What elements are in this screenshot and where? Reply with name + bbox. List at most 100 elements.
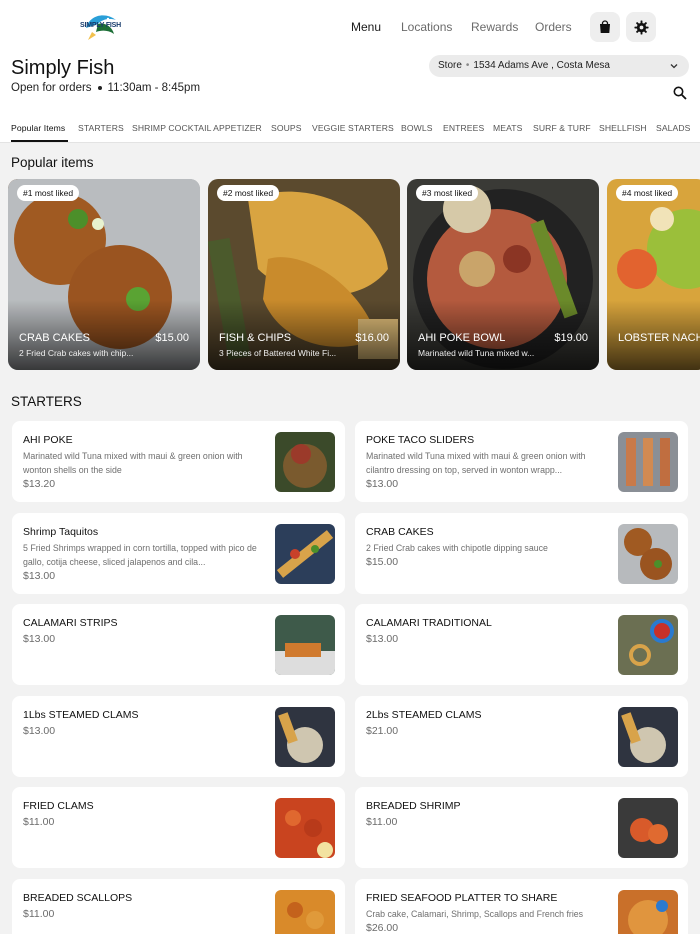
nav-rewards[interactable]: Rewards [471,20,518,34]
popular-rank-badge: #4 most liked [616,185,679,201]
category-tabs: Popular Items STARTERS SHRIMP COCKTAIL A… [0,119,700,143]
menu-item-card[interactable]: Shrimp Taquitos 5 Fried Shrimps wrapped … [12,513,345,594]
nav-orders[interactable]: Orders [535,20,572,34]
menu-item-photo [275,890,335,934]
tab-entrees[interactable]: ENTREES [443,123,484,133]
menu-item-photo [618,615,678,675]
menu-item-price: $13.20 [23,478,56,490]
menu-item-price: $13.00 [23,725,56,737]
nav-menu[interactable]: Menu [351,20,381,34]
menu-item-photo [618,798,678,858]
menu-item-name: AHI POKE [23,434,73,446]
starters-heading: STARTERS [11,394,82,409]
popular-card[interactable]: #1 most liked CRAB CAKES $15.00 2 Fried … [8,179,200,370]
menu-item-card[interactable]: 1Lbs STEAMED CLAMS $13.00 [12,696,345,777]
menu-item-price: $13.00 [23,633,56,645]
menu-item-card[interactable]: FRIED SEAFOOD PLATTER TO SHARE Crab cake… [355,879,688,934]
popular-item-price: $19.00 [554,332,588,344]
search-icon[interactable] [673,86,687,100]
tab-bowls[interactable]: BOWLS [401,123,433,133]
menu-item-photo [618,432,678,492]
menu-item-name: FRIED CLAMS [23,800,94,812]
menu-item-description: 5 Fried Shrimps wrapped in corn tortilla… [23,543,257,567]
shopping-bag-icon [600,20,610,33]
menu-item-card[interactable]: FRIED CLAMS $11.00 [12,787,345,868]
menu-item-price: $11.00 [366,816,398,828]
menu-item-name: CALAMARI TRADITIONAL [366,617,492,629]
nav-locations[interactable]: Locations [401,20,452,34]
popular-rank-badge: #2 most liked [217,185,280,201]
popular-item-name: LOBSTER NACH [618,332,700,344]
popular-rank-badge: #3 most liked [416,185,479,201]
tab-veggie-starters[interactable]: VEGGIE STARTERS [312,123,394,133]
menu-item-card[interactable]: CALAMARI TRADITIONAL $13.00 [355,604,688,685]
menu-item-description: Marinated wild Tuna mixed with maui & gr… [23,451,243,475]
settings-button[interactable] [626,12,656,42]
menu-item-name: Shrimp Taquitos [23,526,99,538]
menu-item-name: FRIED SEAFOOD PLATTER TO SHARE [366,892,558,904]
tab-salads[interactable]: SALADS [656,123,691,133]
tab-meats[interactable]: MEATS [493,123,522,133]
menu-item-name: CRAB CAKES [366,526,434,538]
cart-button[interactable] [590,12,620,42]
popular-item-name: CRAB CAKES [19,332,90,344]
menu-item-card[interactable]: AHI POKE Marinated wild Tuna mixed with … [12,421,345,502]
popular-item-name: FISH & CHIPS [219,332,292,344]
menu-item-price: $21.00 [366,725,399,737]
store-title: Simply Fish [11,57,115,79]
menu-item-photo [618,524,678,584]
separator-dot [97,85,102,90]
popular-item-description: 2 Fried Crab cakes with chip... [19,348,134,358]
tab-starters[interactable]: STARTERS [78,123,124,133]
popular-item-description: Marinated wild Tuna mixed w... [418,348,535,358]
menu-item-card[interactable]: POKE TACO SLIDERS Marinated wild Tuna mi… [355,421,688,502]
store-hours: 11:30am - 8:45pm [107,82,201,94]
chevron-down-icon [670,64,678,69]
menu-item-photo [275,707,335,767]
menu-item-photo [275,432,335,492]
popular-card[interactable]: #2 most liked FISH & CHIPS $16.00 3 Piec… [208,179,400,370]
popular-card[interactable]: #4 most liked LOBSTER NACH [607,179,700,370]
menu-item-price: $13.00 [366,478,399,490]
popular-item-price: $15.00 [155,332,189,344]
menu-item-card[interactable]: BREADED SCALLOPS $11.00 [12,879,345,934]
tab-surf-and-turf[interactable]: SURF & TURF [533,123,591,133]
popular-item-name: AHI POKE BOWL [418,332,506,344]
tab-soups[interactable]: SOUPS [271,123,302,133]
simply-fish-logo[interactable]: SIMPLY FISH [76,10,124,42]
top-header: SIMPLY FISH Menu Locations Rewards Order… [0,0,700,143]
menu-item-photo [618,890,678,934]
store-status: Open for orders [11,82,92,94]
store-selector-value: 1534 Adams Ave , Costa Mesa [473,60,610,71]
menu-item-card[interactable]: BREADED SHRIMP $11.00 [355,787,688,868]
store-selector-label: Store [438,60,462,71]
menu-item-photo [275,615,335,675]
menu-item-price: $11.00 [23,908,55,920]
menu-item-name: 2Lbs STEAMED CLAMS [366,709,482,721]
popular-item-price: $16.00 [355,332,389,344]
menu-item-name: BREADED SCALLOPS [23,892,133,904]
tab-shellfish[interactable]: SHELLFISH [599,123,647,133]
popular-card[interactable]: #3 most liked AHI POKE BOWL $19.00 Marin… [407,179,599,370]
gear-icon [633,19,649,35]
tab-shrimp-cocktail-appetizer[interactable]: SHRIMP COCKTAIL APPETIZER [132,123,262,133]
tab-popular-items[interactable]: Popular Items [11,123,65,133]
menu-item-card[interactable]: 2Lbs STEAMED CLAMS $21.00 [355,696,688,777]
menu-item-photo [275,798,335,858]
store-selector[interactable]: Store • 1534 Adams Ave , Costa Mesa [429,55,689,77]
menu-item-description: Crab cake, Calamari, Shrimp, Scallops an… [366,909,584,919]
menu-item-name: POKE TACO SLIDERS [366,434,475,446]
menu-item-card[interactable]: CALAMARI STRIPS $13.00 [12,604,345,685]
popular-item-description: 3 Pieces of Battered White Fi... [219,348,337,358]
menu-item-price: $11.00 [23,816,55,828]
active-tab-indicator [11,140,68,142]
menu-item-name: CALAMARI STRIPS [23,617,118,629]
menu-item-name: BREADED SHRIMP [366,800,461,812]
menu-item-price: $15.00 [366,556,399,568]
menu-item-photo [618,707,678,767]
menu-item-name: 1Lbs STEAMED CLAMS [23,709,139,721]
popular-rank-badge: #1 most liked [17,185,80,201]
menu-item-card[interactable]: CRAB CAKES 2 Fried Crab cakes with chipo… [355,513,688,594]
menu-item-photo [275,524,335,584]
logo-text: SIMPLY FISH [80,22,121,29]
